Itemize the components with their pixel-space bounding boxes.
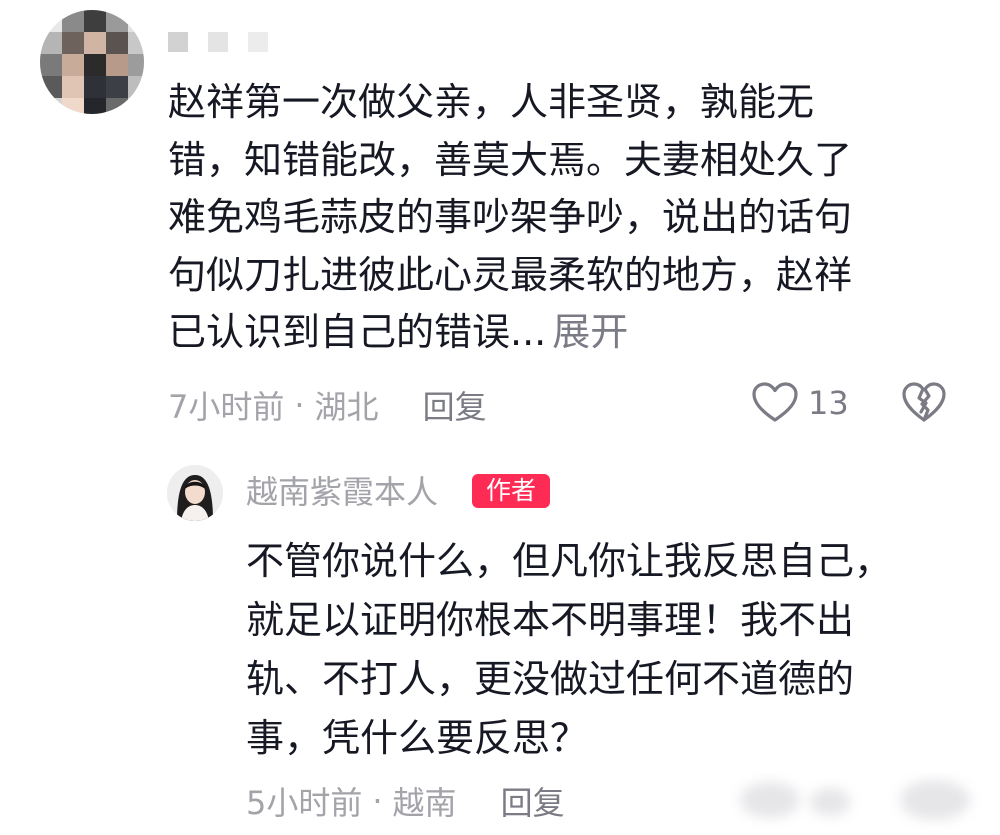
like-button[interactable]: 13	[752, 380, 849, 426]
reply-time: 5小时前	[246, 784, 363, 822]
comment-body: 赵祥第一次做父亲，人非圣贤，孰能无 错，知错能改，善莫大焉。夫妻相处久了 难免鸡…	[168, 74, 928, 362]
reply-location: 越南	[392, 784, 457, 822]
reply-button[interactable]: 回复	[501, 778, 565, 824]
censor-block	[208, 32, 228, 52]
comment-line-last: 已认识到自己的错误... 展开	[168, 304, 928, 362]
blur-patch	[740, 782, 800, 818]
comment-line: 难免鸡毛蒜皮的事吵架争吵，说出的话句	[168, 195, 853, 239]
censor-block	[168, 32, 188, 52]
comment-time: 7小时前	[168, 388, 285, 426]
author-avatar-icon	[167, 465, 223, 521]
comment-line: 错，知错能改，善莫大焉。夫妻相处久了	[168, 137, 853, 182]
comment-line: 赵祥第一次做父亲，人非圣贤，孰能无	[168, 80, 815, 124]
comment-location: 湖北	[314, 388, 379, 426]
broken-heart-icon	[902, 382, 946, 422]
blur-patch	[810, 788, 850, 816]
comment-thread: 赵祥第一次做父亲，人非圣贤，孰能无 错，知错能改，善莫大焉。夫妻相处久了 难免鸡…	[0, 0, 1000, 835]
reply-line: 轨、不打人，更没做过任何不道德的	[246, 657, 855, 701]
author-name[interactable]: 越南紫霞本人	[246, 470, 438, 514]
meta-separator: ·	[294, 386, 305, 424]
commenter-avatar[interactable]	[40, 10, 144, 114]
heart-outline-icon	[752, 382, 798, 422]
reply-line: 不管你说什么，但凡你让我反思自己，	[246, 539, 893, 583]
like-count: 13	[808, 384, 849, 422]
pixelated-avatar-icon	[40, 10, 144, 114]
reply-meta: 5小时前 · 越南 回复	[246, 778, 565, 824]
author-badge: 作者	[472, 474, 550, 508]
comment-line: 句似刀扎进彼此心灵最柔软的地方，赵祥	[168, 252, 853, 297]
comment-meta: 7小时前 · 湖北 回复	[168, 382, 487, 428]
reply-button[interactable]: 回复	[423, 382, 487, 428]
reply-line: 事，凭什么要反思？	[246, 716, 589, 760]
author-avatar[interactable]	[167, 465, 223, 521]
reply-line: 就足以证明你根本不明事理！我不出	[246, 598, 855, 642]
dislike-button[interactable]	[902, 382, 946, 426]
censor-block	[248, 32, 268, 52]
blurred-reply-actions	[720, 772, 1000, 835]
censored-username	[168, 32, 268, 52]
reply-body: 不管你说什么，但凡你让我反思自己， 就足以证明你根本不明事理！我不出 轨、不打人…	[246, 532, 966, 768]
blur-patch	[900, 780, 970, 820]
comment-line: 已认识到自己的错误...	[168, 310, 547, 354]
expand-link[interactable]: 展开	[552, 310, 628, 354]
meta-separator: ·	[372, 782, 383, 820]
